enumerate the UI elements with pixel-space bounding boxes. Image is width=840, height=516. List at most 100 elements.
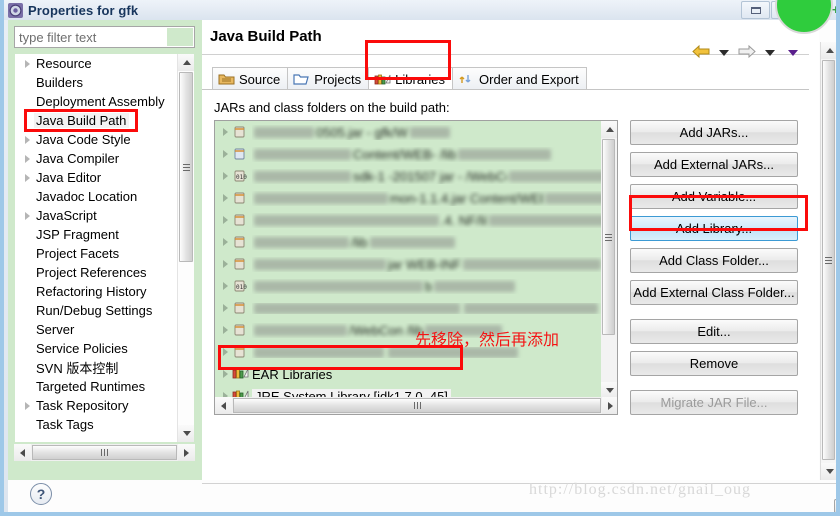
sidebar-item-targeted-runtimes[interactable]: Targeted Runtimes [15,377,194,396]
build-path-entry-row[interactable]: Content/WEB- /lib [215,143,617,165]
remove-button[interactable]: Remove [630,351,798,376]
expand-arrow-icon[interactable] [219,172,232,180]
ok-button[interactable]: OK [834,499,836,512]
build-path-entry-row[interactable]: 010 sdk-1 -201507 jar - /WebContent/WE [215,165,617,187]
expand-arrow-icon[interactable] [219,414,232,415]
sidebar-item-java-code-style[interactable]: Java Code Style [15,130,194,149]
expand-arrow-icon[interactable] [219,370,232,378]
sidebar-vertical-scrollbar[interactable] [177,54,194,442]
sidebar-item-project-references[interactable]: Project References [15,263,194,282]
filter-clear-icon[interactable] [167,28,193,46]
expand-arrow-icon[interactable] [21,60,34,68]
sidebar-item-svn[interactable]: SVN 版本控制 [15,358,194,377]
expand-arrow-icon[interactable] [21,402,34,410]
add-library-button[interactable]: Add Library... [630,216,798,241]
forward-arrow-icon[interactable] [737,44,757,62]
expand-arrow-icon[interactable] [219,260,232,268]
build-path-entry-row[interactable] [215,297,617,319]
list-scroll-right-arrow-icon[interactable] [602,397,617,414]
tab-label: Source [239,71,281,87]
preferences-tree[interactable]: Resource Builders Deployment Assembly Java … [14,53,195,443]
dialog-vertical-scrollbar[interactable] [820,42,836,480]
expand-arrow-icon[interactable] [219,326,232,334]
sidebar-scroll-thumb[interactable] [179,72,193,262]
sidebar-item-run-debug-settings[interactable]: Run/Debug Settings [15,301,194,320]
sidebar-item-project-facets[interactable]: Project Facets [15,244,194,263]
build-path-entry-row[interactable]: 010 b [215,275,617,297]
watermark-text: http://blog.csdn.net/gnail_oug [529,481,751,498]
add-jars-button[interactable]: Add JARs... [630,120,798,145]
expand-arrow-icon[interactable] [21,212,34,220]
sidebar-item-task-tags[interactable]: Task Tags [15,415,194,434]
redacted-text [254,192,388,204]
back-arrow-icon[interactable] [691,44,711,62]
add-variable-button[interactable]: Add Variable... [630,184,798,209]
expand-arrow-icon[interactable] [219,216,232,224]
expand-arrow-icon[interactable] [219,348,232,356]
sidebar-item-service-policies[interactable]: Service Policies [15,339,194,358]
build-path-entry-row[interactable]: jar WEB-INF [215,253,617,275]
add-external-class-folder-button[interactable]: Add External Class Folder... [630,280,798,305]
sidebar-item-jsp-fragment[interactable]: JSP Fragment [15,225,194,244]
tab-order-and-export[interactable]: Order and Export [452,67,587,90]
redacted-text [254,214,439,226]
edit-button[interactable]: Edit... [630,319,798,344]
help-question-icon[interactable]: ? [30,483,52,505]
expand-arrow-icon[interactable] [219,194,232,202]
sidebar-item-builders[interactable]: Builders [15,73,194,92]
expand-arrow-icon[interactable] [21,155,34,163]
sidebar-item-javascript[interactable]: JavaScript [15,206,194,225]
sidebar-item-java-compiler[interactable]: Java Compiler [15,149,194,168]
list-scroll-thumb[interactable] [602,139,615,335]
sidebar-item-javadoc-location[interactable]: Javadoc Location [15,187,194,206]
dialog-scroll-up-arrow-icon[interactable] [821,42,836,59]
sidebar-item-resource[interactable]: Resource [15,54,194,73]
list-scroll-up-arrow-icon[interactable] [601,121,617,138]
tab-source[interactable]: Source [212,67,289,90]
sidebar-item-server[interactable]: Server [15,320,194,339]
build-path-entry-row[interactable]: 0505.jar - gfk/W [215,121,617,143]
sidebar-item-deployment-assembly[interactable]: Deployment Assembly [15,92,194,111]
build-path-entry-row[interactable]: .4. NF/lib [215,209,617,231]
add-class-folder-button[interactable]: Add Class Folder... [630,248,798,273]
redacted-text [369,236,455,248]
expand-arrow-icon[interactable] [219,238,232,246]
dialog-scroll-down-arrow-icon[interactable] [821,463,836,480]
build-path-entries-list[interactable]: 0505.jar - gfk/W Content/WEB- /lib 010 sdk-… [214,120,618,415]
build-path-entry-row[interactable]: /lib [215,231,617,253]
scroll-down-arrow-icon[interactable] [178,425,194,442]
sidebar-item-java-editor[interactable]: Java Editor [15,168,194,187]
expand-arrow-icon[interactable] [219,282,232,290]
expand-arrow-icon[interactable] [219,128,232,136]
list-hscroll-thumb[interactable] [233,398,601,413]
list-vertical-scrollbar[interactable] [601,121,617,399]
build-path-entry-row[interactable]: mon-1.1.4.jar Content/WEB-INF/lil [215,187,617,209]
sidebar-item-task-repository[interactable]: Task Repository [15,396,194,415]
list-scroll-left-arrow-icon[interactable] [215,397,232,414]
dialog-scroll-thumb[interactable] [822,60,835,460]
add-external-jars-button[interactable]: Add External JARs... [630,152,798,177]
sidebar-hscroll-thumb[interactable] [32,445,177,460]
tab-projects[interactable]: Projects [287,67,370,90]
sidebar-item-refactoring-history[interactable]: Refactoring History [15,282,194,301]
build-path-entry-row[interactable]: EAR Libraries [215,363,617,385]
expand-arrow-icon[interactable] [219,150,232,158]
list-horizontal-scrollbar[interactable] [215,397,617,414]
scroll-right-arrow-icon[interactable] [178,444,195,461]
minimize-button[interactable] [741,1,770,19]
expand-arrow-icon[interactable] [21,174,34,182]
sidebar-horizontal-scrollbar[interactable] [14,444,195,461]
expand-arrow-icon[interactable] [21,136,34,144]
sidebar-item-label: Java Build Path [34,113,130,128]
jar-icon [232,190,249,206]
filter-input-wrapper[interactable]: type filter text [14,26,195,48]
scroll-up-arrow-icon[interactable] [178,54,194,71]
expand-arrow-icon[interactable] [219,304,232,312]
scroll-left-arrow-icon[interactable] [14,444,31,461]
forward-history-chevron-down-icon[interactable] [765,50,775,56]
tab-libraries[interactable]: Libraries [368,67,454,90]
build-path-entry-label: sdk-1 -201507 jar - /WebContent/WE [353,168,507,184]
back-history-chevron-down-icon[interactable] [719,50,729,56]
view-menu-chevron-down-icon[interactable] [788,50,798,56]
sidebar-item-java-build-path[interactable]: Java Build Path [15,111,194,130]
